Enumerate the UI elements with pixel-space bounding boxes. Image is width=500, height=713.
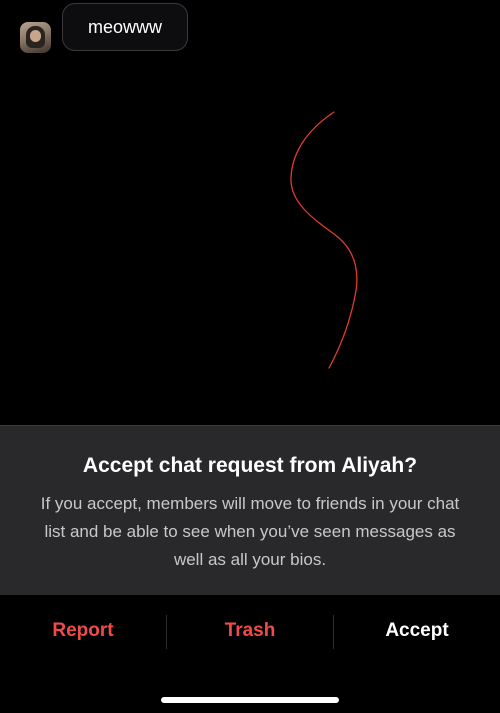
- chat-request-sheet: Accept chat request from Aliyah? If you …: [0, 425, 500, 595]
- sketch-drawing: [290, 111, 358, 369]
- sheet-title: Accept chat request from Aliyah?: [82, 454, 418, 477]
- trash-button[interactable]: Trash: [167, 595, 333, 667]
- action-bar: Report Trash Accept: [0, 595, 500, 667]
- home-indicator[interactable]: [161, 697, 339, 703]
- accept-button[interactable]: Accept: [334, 595, 500, 667]
- report-button[interactable]: Report: [0, 595, 166, 667]
- sheet-description: If you accept, members will move to frie…: [40, 494, 460, 569]
- sketch-stroke: [290, 111, 358, 369]
